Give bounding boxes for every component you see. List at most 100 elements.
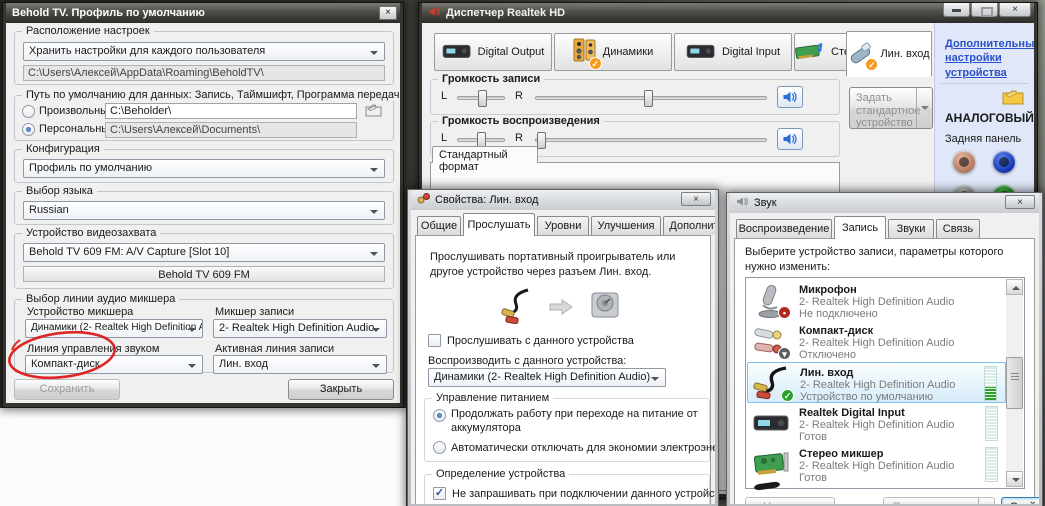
balance-right-label: R [515, 132, 523, 144]
panel-divider [941, 83, 1028, 84]
device-row-cd[interactable]: ▾ Компакт-диск 2- Realtek High Definitio… [747, 321, 1006, 362]
device-row-digital-input[interactable]: Realtek Digital Input 2- Realtek High De… [747, 403, 1006, 444]
close-button[interactable]: × [379, 6, 397, 20]
recording-tab-page: Выберите устройство записи, параметры ко… [734, 238, 1035, 504]
active-line-label: Активная линия записи [215, 343, 334, 355]
tab-line-in-selected[interactable]: ✓ Лин. вход [846, 31, 932, 77]
device-detection-caption: Определение устройства [432, 468, 569, 480]
tab-playback[interactable]: Воспроизведение [736, 219, 832, 238]
not-plugged-badge: • [778, 306, 791, 319]
list-scrollbar[interactable] [1006, 279, 1023, 487]
line-in-properties-window: Свойства: Лин. вход × Общие Прослушать У… [407, 189, 719, 506]
record-mixer-combo[interactable]: 2- Realtek High Definition Audio [213, 319, 387, 338]
default-dropdown-arrow[interactable] [978, 498, 994, 504]
scroll-thumb[interactable] [1006, 357, 1023, 409]
device-detection-group: Определение устройства ✓ Не запрашивать … [424, 474, 710, 504]
behold-titlebar[interactable]: Behold TV. Профиль по умолчанию × [6, 3, 400, 23]
close-button[interactable]: × [999, 3, 1031, 17]
minimize-button[interactable] [943, 3, 970, 17]
sound-titlebar[interactable]: Звук × [730, 193, 1039, 213]
back-panel-label: Задняя панель [945, 133, 1021, 145]
speaker-device-icon [588, 288, 622, 325]
no-prompt-checkbox[interactable]: ✓ [433, 487, 446, 500]
realtek-titlebar[interactable]: Диспетчер Realtek HD × [422, 3, 1034, 23]
device-row-stereo-mixer[interactable]: Стерео микшер 2- Realtek High Definition… [747, 444, 1006, 485]
default-check-badge: ✓ [589, 57, 602, 70]
record-volume-slider[interactable] [535, 96, 767, 100]
split-dropdown-arrow[interactable] [916, 88, 932, 128]
maximize-button[interactable] [971, 3, 998, 17]
record-mute-button[interactable] [777, 86, 803, 108]
playback-volume-caption: Громкость воспроизведения [438, 115, 604, 127]
tab-levels[interactable]: Уровни [537, 216, 589, 235]
close-window-button[interactable]: Закрыть [288, 379, 394, 400]
listen-checkbox[interactable] [428, 334, 441, 347]
properties-titlebar[interactable]: Свойства: Лин. вход × [411, 190, 715, 210]
capture-device-combo[interactable]: Behold TV 609 FM: A/V Capture [Slot 10] [23, 243, 385, 262]
properties-button[interactable]: Свойства [1001, 497, 1039, 504]
scroll-down-button[interactable] [1006, 471, 1023, 487]
mixer-device-combo[interactable]: Динамики (2- Realtek High Definition Aud… [25, 319, 203, 338]
listen-tab-page: Прослушивать портативный проигрыватель и… [415, 235, 711, 504]
sound-window: Звук × Воспроизведение Запись Звуки Связ… [726, 192, 1043, 506]
properties-body: Общие Прослушать Уровни Улучшения Дополн… [411, 210, 715, 504]
realtek-title: Диспетчер Realtek HD [446, 7, 565, 19]
configuration-combo[interactable]: Профиль по умолчанию [23, 159, 385, 178]
auto-off-radio[interactable] [433, 441, 446, 454]
scroll-up-button[interactable] [1006, 279, 1023, 295]
storage-combo[interactable]: Хранить настройки для каждого пользовате… [23, 42, 385, 61]
tab-label: Динамики [603, 46, 653, 58]
tab-sounds[interactable]: Звуки [888, 219, 934, 238]
tab-label: Digital Input [722, 46, 780, 58]
device-row-line-in[interactable]: ✓ Лин. вход 2- Realtek High Definition A… [747, 362, 1006, 403]
set-default-button[interactable]: По умолчанию [883, 497, 995, 504]
device-row-microphone[interactable]: • Микрофон 2- Realtek High Definition Au… [747, 280, 1006, 321]
set-default-device-button[interactable]: Задать стандартное устройство [849, 87, 933, 129]
record-balance-slider[interactable] [457, 96, 505, 100]
sound-control-combo[interactable]: Компакт-диск [25, 355, 203, 374]
mixer-line-group: Выбор линии аудио микшера Устройство мик… [14, 299, 394, 373]
tab-advanced[interactable]: Дополнительно [663, 216, 715, 235]
advanced-settings-link[interactable]: Дополнительные настройки устройства [945, 37, 1033, 80]
custom-path-field[interactable]: C:\Beholder\ [105, 103, 357, 119]
configuration-group: Конфигурация Профиль по умолчанию [14, 149, 394, 183]
configuration-caption: Конфигурация [22, 143, 104, 155]
playback-volume-slider[interactable] [535, 138, 767, 142]
continue-on-battery-radio[interactable] [433, 409, 446, 422]
tab-digital-output[interactable]: Digital Output [434, 33, 552, 71]
active-line-combo[interactable]: Лин. вход [213, 355, 387, 374]
close-button[interactable]: × [681, 192, 711, 206]
personal-path-radio[interactable] [22, 123, 35, 136]
playback-mute-button[interactable] [777, 128, 803, 150]
jack-pink[interactable] [953, 151, 975, 173]
capture-device-caption: Устройство видеозахвата [22, 227, 160, 239]
tab-listen[interactable]: Прослушать [463, 213, 535, 236]
language-combo[interactable]: Russian [23, 201, 385, 220]
tab-digital-input[interactable]: Digital Input [674, 33, 792, 71]
tab-recording[interactable]: Запись [834, 216, 886, 239]
language-caption: Выбор языка [22, 185, 97, 197]
playback-balance-slider[interactable] [457, 138, 505, 142]
tab-communications[interactable]: Связь [936, 219, 980, 238]
properties-title: Свойства: Лин. вход [435, 194, 538, 206]
behold-tv-window: Behold TV. Профиль по умолчанию × Распол… [2, 2, 404, 408]
speakers-icon: ✓ [573, 38, 597, 67]
default-check-badge: ✓ [865, 58, 878, 71]
settings-location-caption: Расположение настроек [22, 25, 154, 37]
browse-folder-button[interactable] [365, 104, 382, 120]
save-button[interactable]: Сохранить [14, 379, 120, 400]
standard-format-tab[interactable]: Стандартный формат [432, 146, 538, 163]
custom-path-radio[interactable] [22, 105, 35, 118]
mixer-card-icon [795, 41, 825, 64]
close-button[interactable]: × [1005, 195, 1035, 209]
tab-speakers[interactable]: ✓ Динамики [554, 33, 672, 71]
jack-blue[interactable] [993, 151, 1015, 173]
level-meter-inactive [985, 406, 998, 441]
tab-enhancements[interactable]: Улучшения [591, 216, 661, 235]
tab-general[interactable]: Общие [417, 216, 461, 235]
folder-icon[interactable] [1002, 89, 1024, 108]
playback-device-combo[interactable]: Динамики (2- Realtek High Definition Aud… [428, 368, 666, 387]
configure-button[interactable]: Настроить [745, 497, 835, 504]
mixer-line-caption: Выбор линии аудио микшера [22, 293, 179, 305]
line-in-plug-icon [417, 192, 430, 208]
